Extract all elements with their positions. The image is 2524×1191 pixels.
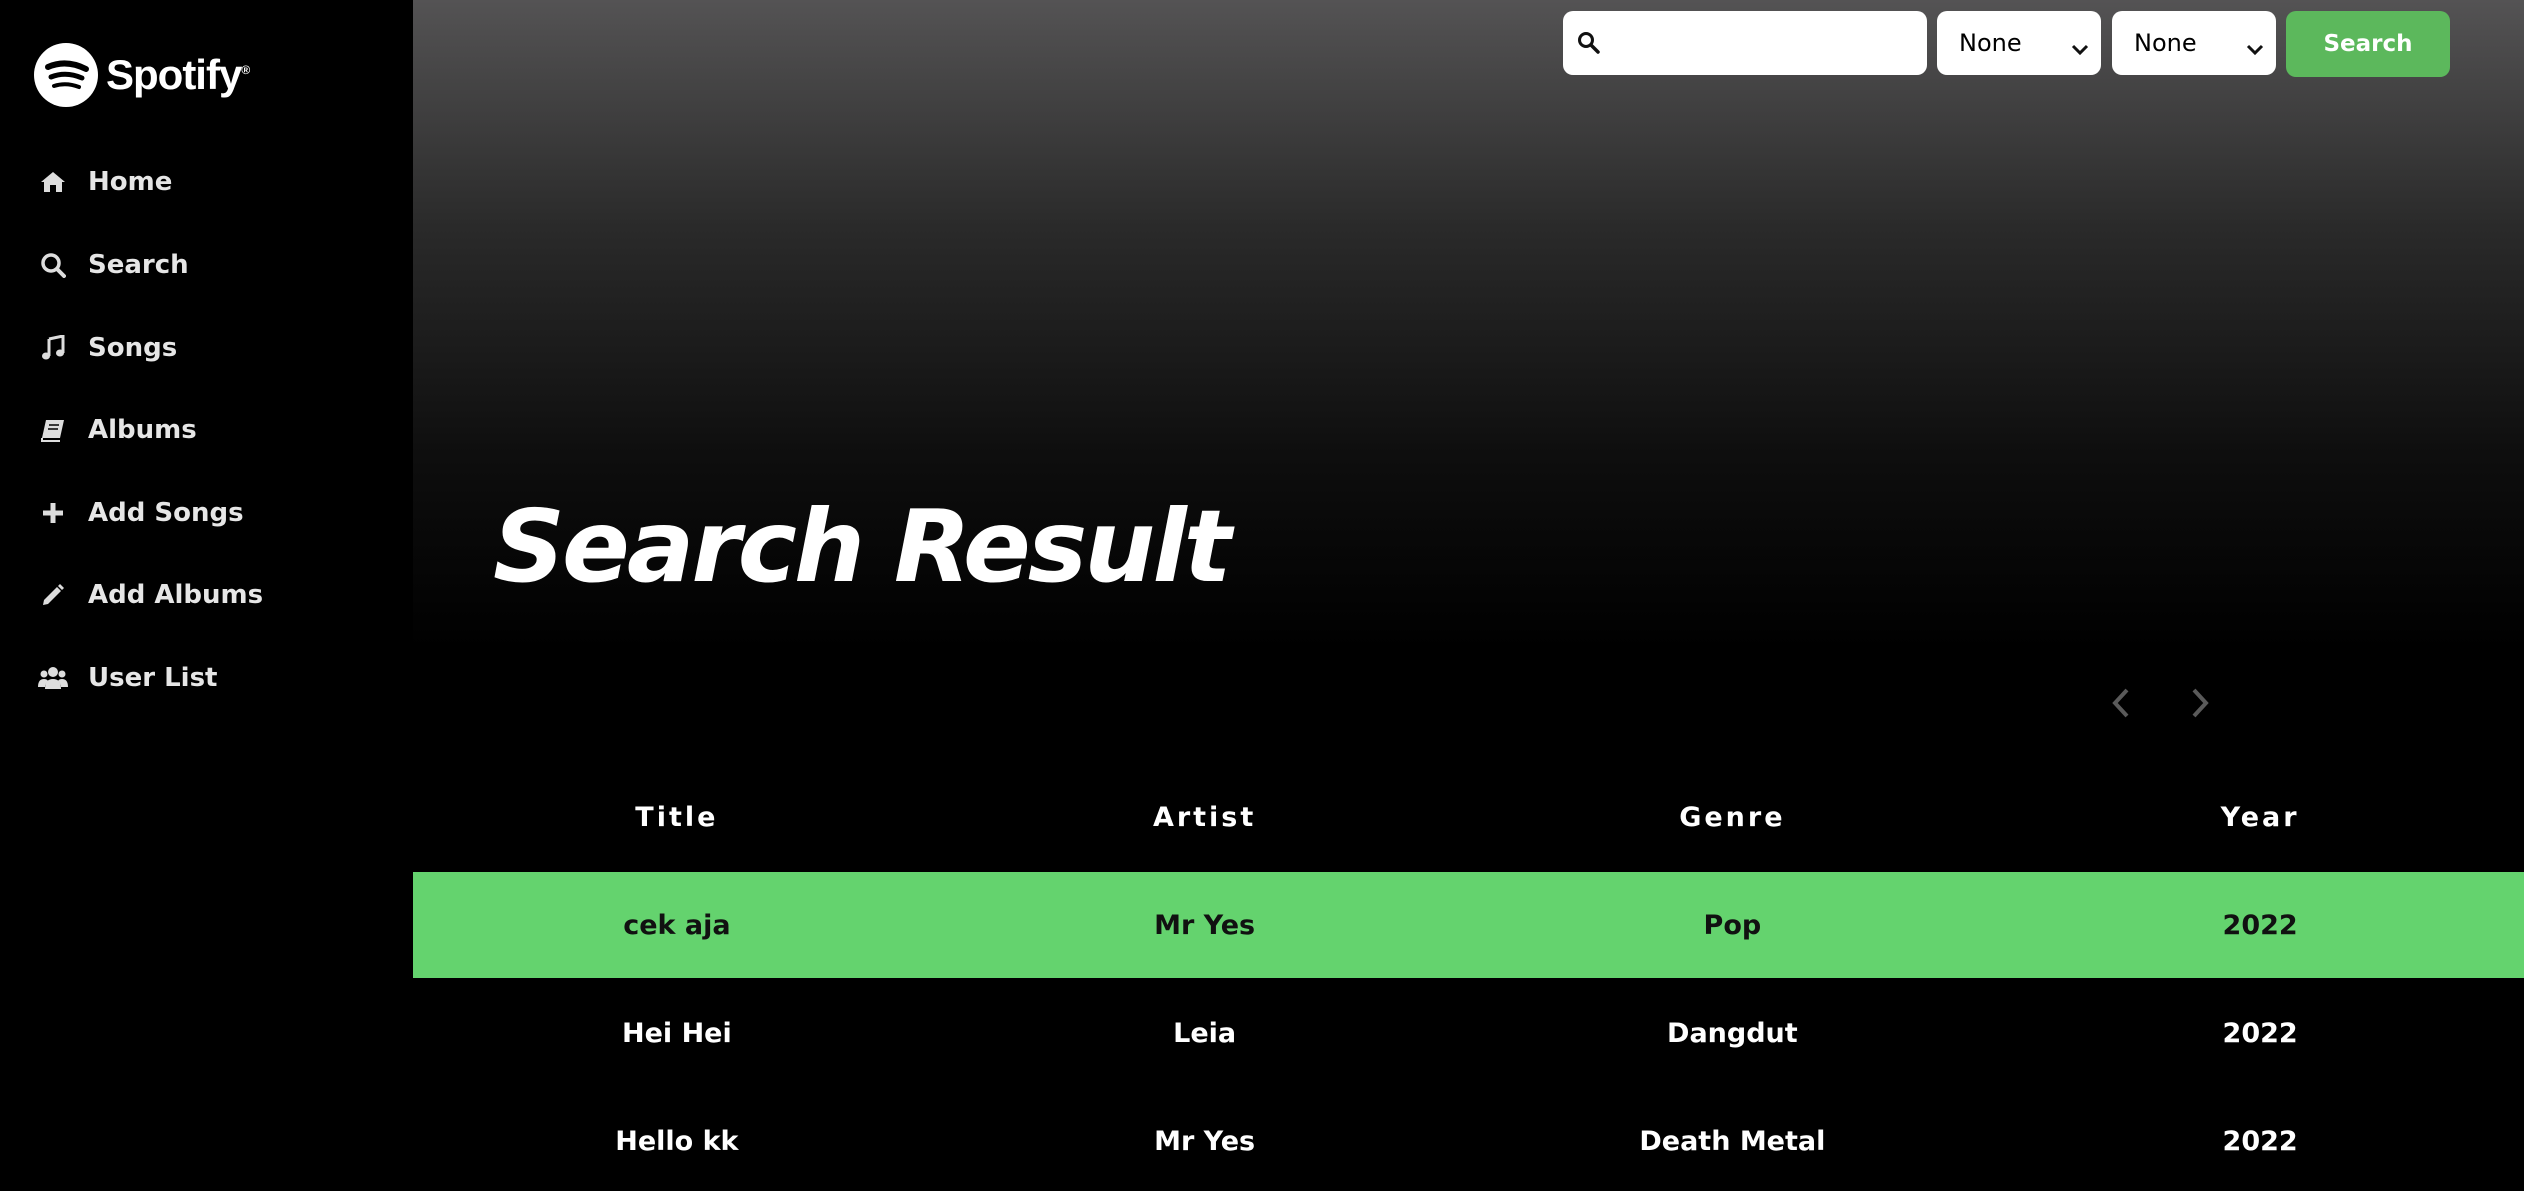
brand-name: Spotify® bbox=[106, 51, 250, 98]
sidebar-item-home[interactable]: Home bbox=[38, 157, 172, 207]
column-header-artist[interactable]: Artist bbox=[941, 780, 1469, 854]
sidebar-item-label: Songs bbox=[88, 333, 178, 363]
cell-year: 2022 bbox=[2222, 1017, 2298, 1049]
column-header-genre[interactable]: Genre bbox=[1469, 780, 1997, 854]
cell-artist: Leia bbox=[1173, 1017, 1237, 1049]
spotify-logo[interactable]: Spotify® bbox=[34, 43, 250, 107]
cell-genre: Pop bbox=[1703, 909, 1762, 941]
page-title: Search Result bbox=[493, 488, 1232, 605]
table-row[interactable]: Hei Hei Leia Dangdut 2022 bbox=[413, 980, 2524, 1086]
sidebar-item-label: User List bbox=[88, 663, 218, 693]
sidebar-item-songs[interactable]: Songs bbox=[38, 323, 177, 373]
music-note-icon bbox=[38, 333, 68, 363]
cell-title: Hei Hei bbox=[622, 1017, 732, 1049]
search-input[interactable] bbox=[1613, 19, 1913, 67]
sidebar-item-label: Search bbox=[88, 250, 189, 280]
book-icon bbox=[38, 415, 68, 445]
cell-year: 2022 bbox=[2222, 909, 2298, 941]
sidebar-item-label: Home bbox=[88, 167, 173, 197]
main-content: None None Search Search Result Title Art… bbox=[413, 0, 2524, 1191]
hero-header: None None Search Search Result bbox=[413, 0, 2524, 650]
next-page-button[interactable] bbox=[2186, 686, 2214, 720]
home-icon bbox=[38, 167, 68, 197]
table-row[interactable]: Hello kk Mr Yes Death Metal 2022 bbox=[413, 1088, 2524, 1191]
cell-title: Hello kk bbox=[615, 1125, 739, 1157]
table-header-row: Title Artist Genre Year bbox=[413, 780, 2524, 854]
filter-select-1[interactable]: None bbox=[1937, 11, 2101, 75]
sidebar: Spotify® Home Search Songs Albums Add So… bbox=[0, 0, 413, 1191]
chevron-left-icon bbox=[2112, 688, 2129, 718]
chevron-down-icon bbox=[2071, 35, 2089, 63]
filter-select-2-value: None bbox=[2134, 29, 2197, 57]
search-button[interactable]: Search bbox=[2286, 11, 2450, 77]
column-header-title[interactable]: Title bbox=[413, 780, 941, 854]
sidebar-item-label: Add Albums bbox=[88, 580, 264, 610]
sidebar-item-add-songs[interactable]: Add Songs bbox=[38, 488, 244, 538]
spotify-logo-icon bbox=[34, 43, 98, 107]
search-field[interactable] bbox=[1563, 11, 1927, 75]
search-icon bbox=[1577, 31, 1601, 59]
filter-select-1-value: None bbox=[1959, 29, 2022, 57]
cell-artist: Mr Yes bbox=[1154, 909, 1256, 941]
sidebar-item-albums[interactable]: Albums bbox=[38, 405, 197, 455]
prev-page-button[interactable] bbox=[2107, 686, 2135, 720]
chevron-right-icon bbox=[2192, 688, 2209, 718]
column-header-year[interactable]: Year bbox=[1996, 780, 2524, 854]
cell-genre: Death Metal bbox=[1639, 1125, 1826, 1157]
sidebar-item-label: Albums bbox=[88, 415, 197, 445]
users-icon bbox=[38, 663, 68, 693]
pencil-icon bbox=[38, 580, 68, 610]
plus-icon bbox=[38, 498, 68, 528]
sidebar-item-user-list[interactable]: User List bbox=[38, 653, 217, 703]
table-row[interactable]: cek aja Mr Yes Pop 2022 bbox=[413, 872, 2524, 978]
cell-genre: Dangdut bbox=[1667, 1017, 1798, 1049]
sidebar-item-add-albums[interactable]: Add Albums bbox=[38, 570, 263, 620]
app-window: Spotify® Home Search Songs Albums Add So… bbox=[0, 0, 2524, 1191]
cell-title: cek aja bbox=[623, 909, 731, 941]
sidebar-item-search[interactable]: Search bbox=[38, 240, 189, 290]
cell-artist: Mr Yes bbox=[1154, 1125, 1256, 1157]
search-icon bbox=[38, 250, 68, 280]
sidebar-item-label: Add Songs bbox=[88, 498, 244, 528]
chevron-down-icon bbox=[2246, 35, 2264, 63]
cell-year: 2022 bbox=[2222, 1125, 2298, 1157]
filter-select-2[interactable]: None bbox=[2112, 11, 2276, 75]
